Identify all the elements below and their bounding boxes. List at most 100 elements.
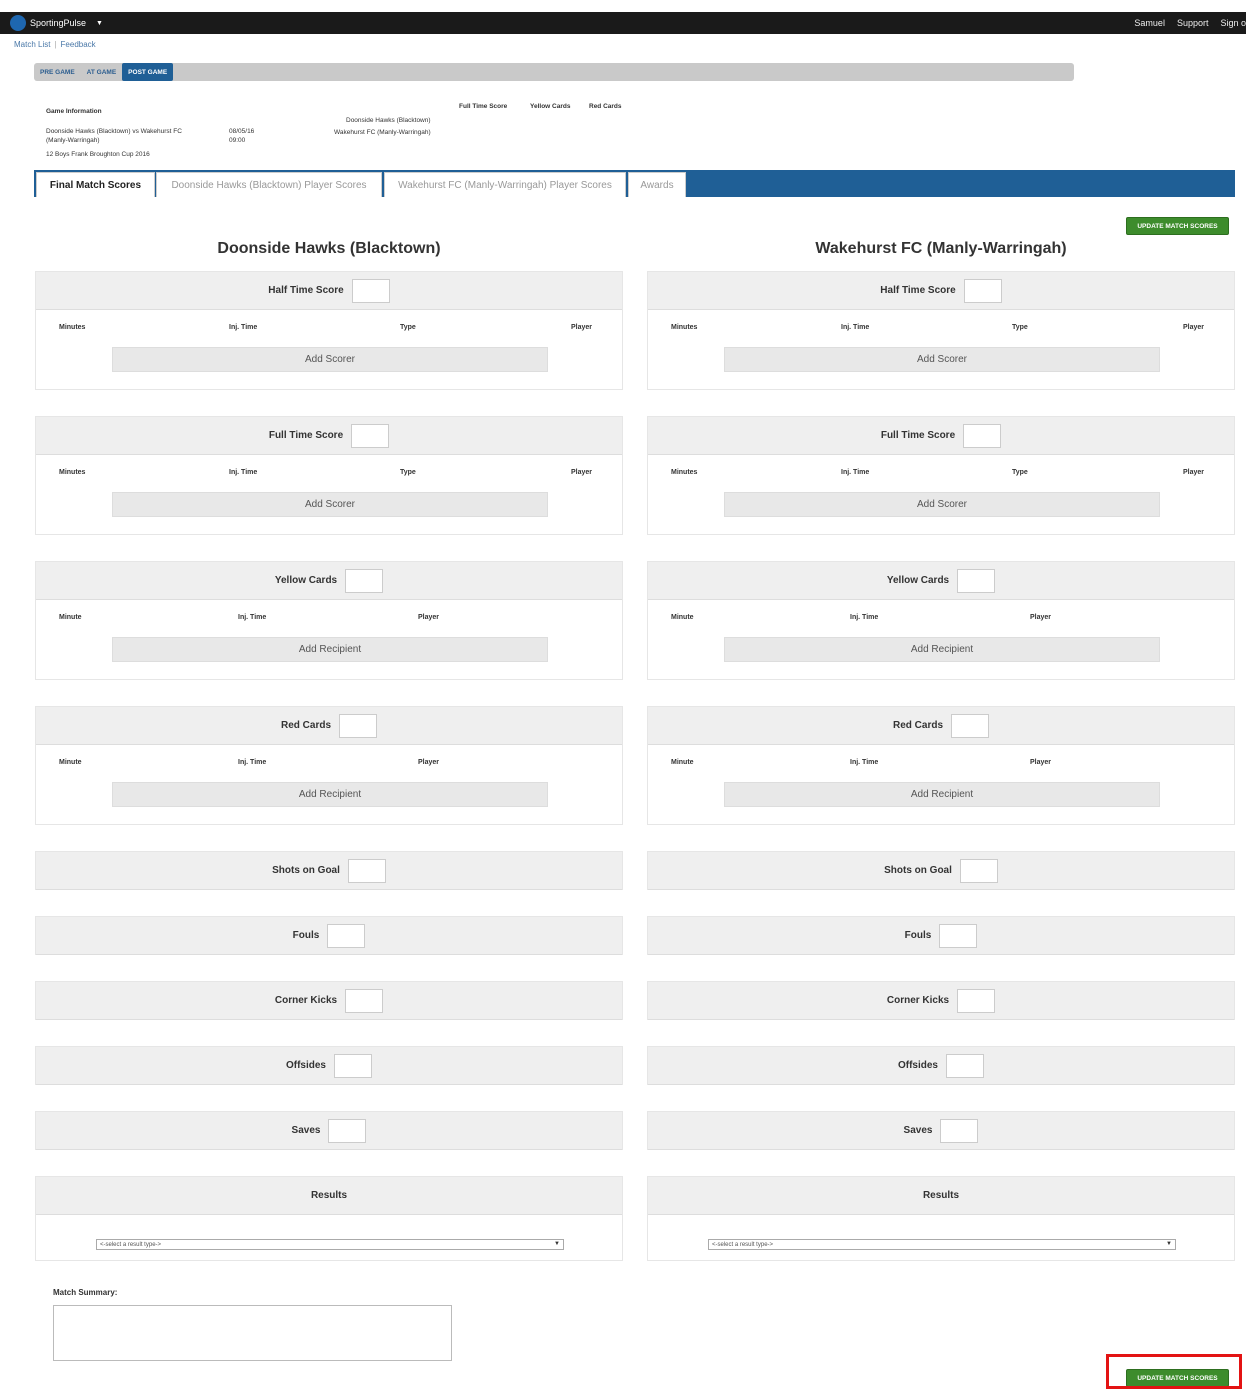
offsides-label: Offsides xyxy=(897,1060,938,1071)
panel-header: Corner Kicks xyxy=(36,982,622,1020)
add-scorer-button[interactable]: Add Scorer xyxy=(724,347,1160,372)
col-player: Player xyxy=(571,324,593,331)
tab-team2-player-scores[interactable]: Wakehurst FC (Manly-Warringah) Player Sc… xyxy=(384,172,626,197)
match-summary-textarea[interactable] xyxy=(53,1305,452,1361)
half-time-label: Half Time Score xyxy=(268,285,344,296)
brand-logo[interactable]: SportingPulse ▼ xyxy=(10,15,103,31)
full-time-score-input[interactable] xyxy=(351,423,390,448)
add-scorer-button[interactable]: Add Scorer xyxy=(724,492,1160,517)
shots-on-goal-label: Shots on Goal xyxy=(272,865,340,876)
col-minutes: Minutes xyxy=(59,469,86,476)
full-time-label: Full Time Score xyxy=(880,430,956,441)
add-scorer-button[interactable]: Add Scorer xyxy=(112,492,548,517)
match-summary-label: Match Summary: xyxy=(53,1288,118,1297)
panel-header: Yellow Cards xyxy=(648,562,1234,600)
saves-input[interactable] xyxy=(940,1118,979,1143)
stage-post-game[interactable]: POST GAME xyxy=(122,63,174,81)
panel-header: Results xyxy=(648,1177,1234,1215)
add-scorer-button[interactable]: Add Scorer xyxy=(112,347,548,372)
team2-full-time-panel: Full Time Score Minutes Inj. Time Type P… xyxy=(647,416,1235,535)
team2-title: Wakehurst FC (Manly-Warringah) xyxy=(815,240,1067,257)
game-competition: 12 Boys Frank Broughton Cup 2016 xyxy=(46,151,150,158)
half-time-score-input[interactable] xyxy=(963,278,1002,303)
corner-kicks-label: Corner Kicks xyxy=(886,995,950,1006)
panel-header: Red Cards xyxy=(648,707,1234,745)
tab-team1-player-scores[interactable]: Doonside Hawks (Blacktown) Player Scores xyxy=(156,172,382,197)
corner-kicks-input[interactable] xyxy=(957,988,996,1013)
fouls-input[interactable] xyxy=(939,923,978,948)
full-time-score-input[interactable] xyxy=(963,423,1002,448)
team1-fouls-panel: Fouls xyxy=(35,916,623,955)
yellow-cards-input[interactable] xyxy=(345,568,384,593)
team1-red-cards-panel: Red Cards Minute Inj. Time Player Add Re… xyxy=(35,706,623,825)
stage-at-game[interactable]: AT GAME xyxy=(81,63,123,81)
tab-awards[interactable]: Awards xyxy=(628,172,686,197)
chevron-down-icon[interactable]: ▼ xyxy=(96,20,103,27)
tab-final-match-scores[interactable]: Final Match Scores xyxy=(36,172,155,197)
add-recipient-button[interactable]: Add Recipient xyxy=(112,637,548,662)
panel-header: Full Time Score xyxy=(648,417,1234,455)
red-cards-label: Red Cards xyxy=(280,720,331,731)
shots-on-goal-input[interactable] xyxy=(347,858,386,883)
team2-half-time-panel: Half Time Score Minutes Inj. Time Type P… xyxy=(647,271,1235,390)
offsides-input[interactable] xyxy=(946,1053,984,1078)
team1-corners-panel: Corner Kicks xyxy=(35,981,623,1020)
red-cards-input[interactable] xyxy=(339,713,377,738)
panel-header: Red Cards xyxy=(36,707,622,745)
panel-header: Yellow Cards xyxy=(36,562,622,600)
saves-label: Saves xyxy=(291,1125,321,1136)
sign-out-link[interactable]: Sign o xyxy=(1220,18,1246,28)
chevron-down-icon: ▼ xyxy=(1166,1241,1172,1247)
fouls-input[interactable] xyxy=(327,923,366,948)
half-time-score-input[interactable] xyxy=(351,278,390,303)
panel-header: Offsides xyxy=(648,1047,1234,1085)
saves-input[interactable] xyxy=(328,1118,367,1143)
user-link[interactable]: Samuel xyxy=(1134,18,1165,28)
shots-on-goal-input[interactable] xyxy=(959,858,998,883)
support-link[interactable]: Support xyxy=(1177,18,1209,28)
result-type-select[interactable]: <-select a result type-> ▼ xyxy=(708,1239,1176,1250)
team2-yellow-cards-panel: Yellow Cards Minute Inj. Time Player Add… xyxy=(647,561,1235,680)
corner-kicks-input[interactable] xyxy=(345,988,384,1013)
team2-results-panel: Results <-select a result type-> ▼ xyxy=(647,1176,1235,1261)
col-player: Player xyxy=(1030,614,1052,621)
game-date: 08/05/16 xyxy=(229,128,255,135)
highlight-box xyxy=(1106,1354,1242,1389)
results-label: Results xyxy=(922,1190,960,1201)
col-player: Player xyxy=(1183,324,1205,331)
yellow-cards-label: Yellow Cards xyxy=(886,575,950,586)
match-list-link[interactable]: Match List xyxy=(14,40,50,49)
logo-icon xyxy=(10,15,26,31)
add-recipient-button[interactable]: Add Recipient xyxy=(112,782,548,807)
col-minute: Minute xyxy=(671,759,694,766)
corner-kicks-label: Corner Kicks xyxy=(274,995,338,1006)
col-minute: Minute xyxy=(59,759,82,766)
team1-title: Doonside Hawks (Blacktown) xyxy=(217,240,441,257)
col-inj-time: Inj. Time xyxy=(238,614,267,621)
col-player: Player xyxy=(418,614,440,621)
yellow-cards-label: Yellow Cards xyxy=(274,575,338,586)
team1-yellow-cards-panel: Yellow Cards Minute Inj. Time Player Add… xyxy=(35,561,623,680)
update-match-scores-button[interactable]: UPDATE MATCH SCORES xyxy=(1126,217,1229,235)
brand-name: SportingPulse xyxy=(30,18,87,28)
red-cards-input[interactable] xyxy=(951,713,989,738)
team2-saves-panel: Saves xyxy=(647,1111,1235,1150)
result-type-selected: <-select a result type-> xyxy=(712,1241,774,1248)
shots-on-goal-label: Shots on Goal xyxy=(884,865,952,876)
team1-offsides-panel: Offsides xyxy=(35,1046,623,1085)
col-minutes: Minutes xyxy=(671,324,698,331)
feedback-link[interactable]: Feedback xyxy=(61,40,96,49)
yellow-cards-input[interactable] xyxy=(957,568,996,593)
stage-pre-game[interactable]: PRE GAME xyxy=(34,63,81,81)
col-minute: Minute xyxy=(671,614,694,621)
result-type-select[interactable]: <-select a result type-> ▼ xyxy=(96,1239,564,1250)
add-recipient-button[interactable]: Add Recipient xyxy=(724,782,1160,807)
panel-header: Saves xyxy=(648,1112,1234,1150)
col-inj-time: Inj. Time xyxy=(850,759,879,766)
team1-results-panel: Results <-select a result type-> ▼ xyxy=(35,1176,623,1261)
team1-half-time-panel: Half Time Score Minutes Inj. Time Type P… xyxy=(35,271,623,390)
col-player: Player xyxy=(1030,759,1052,766)
offsides-input[interactable] xyxy=(334,1053,372,1078)
add-recipient-button[interactable]: Add Recipient xyxy=(724,637,1160,662)
col-minutes: Minutes xyxy=(671,469,698,476)
